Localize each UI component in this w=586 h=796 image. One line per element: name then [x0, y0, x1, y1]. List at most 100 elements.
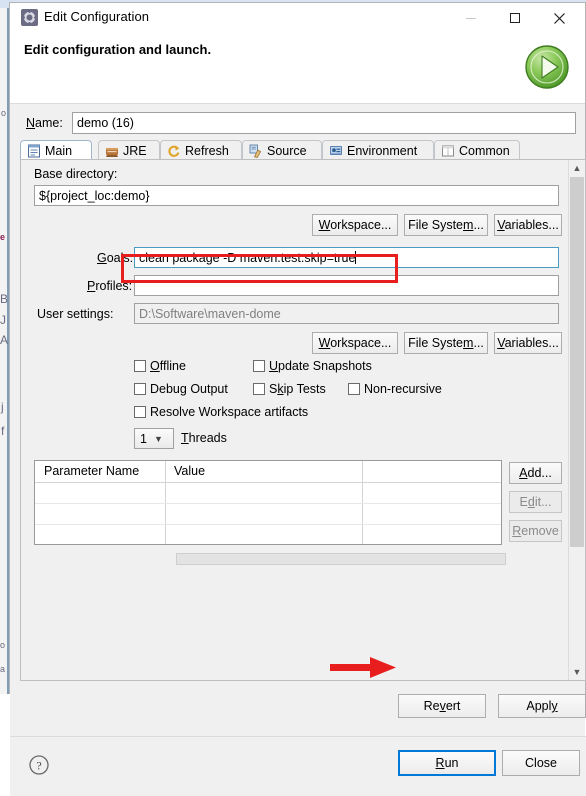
source-tab-icon [249, 144, 263, 158]
checkbox-box [253, 360, 265, 372]
jre-tab-icon [105, 144, 119, 158]
tab-main[interactable]: Main [20, 140, 92, 160]
dialog-body: Name: demo (16) Main JRE Refresh Source … [10, 104, 586, 796]
remove-parameter-button: Remove [509, 520, 562, 542]
profiles-input[interactable] [134, 275, 559, 296]
header-title: Edit configuration and launch. [24, 42, 212, 57]
threads-value: 1 [140, 431, 147, 446]
tab-environment[interactable]: Environment [322, 140, 434, 160]
name-label: Name: [26, 116, 63, 130]
tab-refresh[interactable]: Refresh [160, 140, 242, 160]
tab-label: JRE [123, 143, 147, 158]
goals-label: Goals: [97, 251, 134, 265]
goals-value: clean package -D maven.test.skip=true [139, 251, 356, 265]
panel-horizontal-scrollbar[interactable] [34, 552, 562, 566]
edit-configuration-dialog: Edit Configuration Edit configuration an… [9, 2, 586, 796]
base-directory-label: Base directory: [34, 167, 118, 181]
checkbox-box [134, 383, 146, 395]
tab-source[interactable]: Source [242, 140, 322, 160]
chevron-down-icon: ▼ [153, 433, 163, 444]
threads-dropdown[interactable]: 1 ▼ [134, 428, 174, 449]
tab-bar: Main JRE Refresh Source Environment Comm… [20, 140, 586, 160]
main-tab-content: Base directory: ${project_loc:demo} Work… [21, 160, 569, 680]
background-text-fragment: o [1, 108, 7, 118]
dialog-header: Edit configuration and launch. [10, 33, 585, 104]
vertical-scrollbar-thumb[interactable] [570, 177, 584, 547]
offline-checkbox[interactable]: Offline [134, 359, 186, 373]
checkbox-box [134, 360, 146, 372]
tab-label: Main [45, 143, 73, 158]
close-button[interactable] [537, 3, 581, 33]
scroll-down-icon[interactable]: ▼ [569, 664, 585, 680]
checkbox-label: Skip Tests [269, 382, 326, 396]
parameter-table-header: Parameter Name Value [35, 461, 501, 483]
debug-output-checkbox[interactable]: Debug Output [134, 382, 228, 396]
checkbox-label: Offline [150, 359, 186, 373]
row-separator [35, 524, 501, 525]
skip-tests-checkbox[interactable]: Skip Tests [253, 382, 326, 396]
refresh-tab-icon [167, 144, 181, 158]
scroll-up-icon[interactable]: ▲ [569, 160, 585, 176]
user-settings-input[interactable]: D:\Software\maven-dome [134, 303, 559, 324]
add-parameter-button[interactable]: Add... [509, 462, 562, 484]
text-caret [355, 251, 357, 264]
background-text-fragment: o [0, 640, 6, 650]
panel-vertical-scrollbar[interactable]: ▲ ▼ [568, 160, 585, 680]
threads-label: Threads [181, 431, 227, 445]
background-text-fragment: A [0, 333, 9, 347]
svg-text:?: ? [36, 759, 41, 773]
row-separator [35, 503, 501, 504]
configuration-name-input[interactable]: demo (16) [72, 112, 576, 134]
tab-label: Refresh [185, 143, 229, 158]
apply-bar: Revert Apply [20, 681, 586, 728]
tab-label: Common [459, 143, 510, 158]
minimize-button[interactable] [449, 3, 493, 33]
background-text-fragment: a [0, 664, 6, 674]
gear-icon [21, 9, 38, 26]
background-text-fragment: j [1, 400, 4, 414]
tab-common[interactable]: Common [434, 140, 520, 160]
checkbox-label: Non-recursive [364, 382, 442, 396]
maximize-button[interactable] [493, 3, 537, 33]
environment-tab-icon [329, 144, 343, 158]
base-filesystem-button[interactable]: File System... [404, 214, 488, 236]
settings-filesystem-button[interactable]: File System... [404, 332, 488, 354]
profiles-label: Profiles: [87, 279, 133, 293]
background-text-fragment: f [1, 424, 5, 438]
close-icon [553, 12, 565, 24]
tab-label: Source [267, 143, 307, 158]
checkbox-box [253, 383, 265, 395]
checkbox-box [348, 383, 360, 395]
settings-workspace-button[interactable]: Workspace... [312, 332, 398, 354]
minimize-icon [466, 18, 476, 19]
column-header-value: Value [174, 464, 206, 478]
main-tab-panel: Base directory: ${project_loc:demo} Work… [20, 159, 586, 681]
bottom-bar: ? Run Close [10, 737, 586, 796]
settings-variables-button[interactable]: Variables... [494, 332, 562, 354]
resolve-workspace-artifacts-checkbox[interactable]: Resolve Workspace artifacts [134, 405, 308, 419]
name-row: Name: demo (16) [20, 112, 576, 135]
non-recursive-checkbox[interactable]: Non-recursive [348, 382, 442, 396]
checkbox-label: Resolve Workspace artifacts [150, 405, 309, 419]
base-directory-input[interactable]: ${project_loc:demo} [34, 185, 559, 206]
base-variables-button[interactable]: Variables... [494, 214, 562, 236]
tab-label: Environment [347, 143, 418, 158]
apply-button[interactable]: Apply [498, 694, 586, 718]
dialog-titlebar: Edit Configuration [10, 3, 585, 33]
checkbox-box [134, 406, 146, 418]
checkbox-label: Debug Output [150, 382, 228, 396]
update-snapshots-checkbox[interactable]: Update Snapshots [253, 359, 372, 373]
checkbox-label: Update Snapshots [269, 359, 372, 373]
parameter-table[interactable]: Parameter Name Value [34, 460, 502, 545]
close-button-bottom[interactable]: Close [502, 750, 580, 776]
help-icon[interactable]: ? [28, 754, 50, 776]
horizontal-scrollbar-thumb[interactable] [176, 553, 506, 565]
background-text-fragment: B [0, 292, 9, 306]
run-button[interactable]: Run [398, 750, 496, 776]
revert-button[interactable]: Revert [398, 694, 486, 718]
user-settings-label: User settings: [37, 307, 114, 321]
common-tab-icon [441, 144, 455, 158]
base-workspace-button[interactable]: Workspace... [312, 214, 398, 236]
tab-jre[interactable]: JRE [98, 140, 160, 160]
goals-input[interactable]: clean package -D maven.test.skip=true [134, 247, 559, 268]
